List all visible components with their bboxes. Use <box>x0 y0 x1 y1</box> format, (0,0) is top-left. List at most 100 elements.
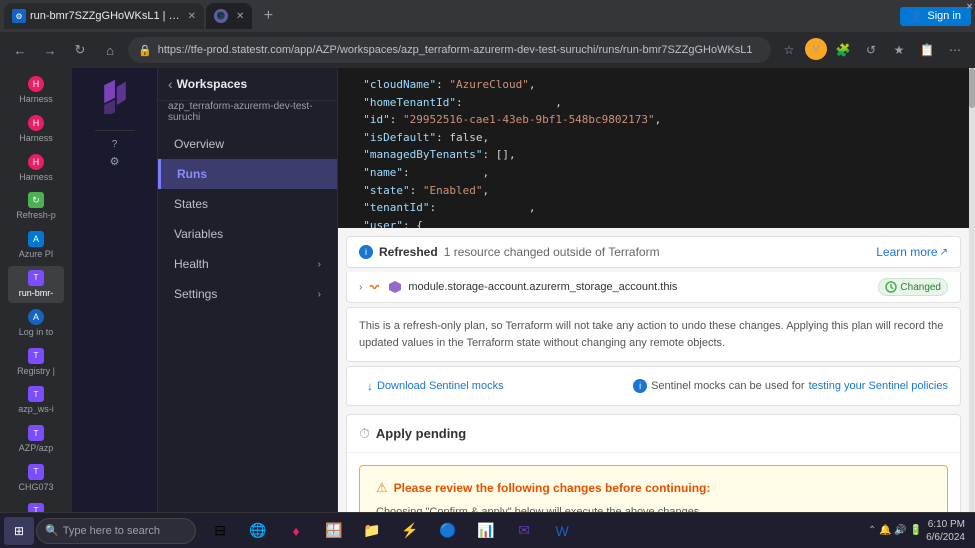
toolbar-actions: ☆ V 🧩 ↺ ★ 📋 ⋯ <box>777 38 967 62</box>
expand-btn[interactable]: › <box>359 282 362 293</box>
run-bmr-label: run-bmr- <box>19 288 54 299</box>
lock-icon: 🔒 <box>138 44 152 57</box>
scroll-thumb[interactable] <box>969 68 975 108</box>
sidebar-loginto1[interactable]: A Log in to ✕ <box>8 305 64 342</box>
nav-runs[interactable]: Runs <box>158 159 337 189</box>
sidebar-harness1[interactable]: H Harness ✕ <box>8 72 64 109</box>
nav-health[interactable]: Health › <box>158 249 337 279</box>
sidebar-harness2[interactable]: H Harness ✕ <box>8 111 64 148</box>
sidebar-refresh[interactable]: ↻ Refresh-p ✕ <box>8 188 64 225</box>
profile-icon[interactable]: V <box>805 38 827 60</box>
more-btn[interactable]: ⋯ <box>943 38 967 62</box>
warning-line1: Choosing "Confirm & apply" below will ex… <box>376 504 931 512</box>
taskbar-apps: ⊟ 🌐 ♦ 🪟 📁 ⚡ 🔵 📊 ✉ W <box>202 517 580 545</box>
code-line-1: "cloudName": "AzureCloud", <box>350 76 957 94</box>
changed-text: Changed <box>900 282 941 293</box>
settings-arrow-icon: › <box>318 289 321 300</box>
sidebar-harness3[interactable]: H Harness ✕ <box>8 150 64 187</box>
tab2-favicon: 🌑 <box>214 9 228 23</box>
taskbar-app-6[interactable]: ⚡ <box>392 517 428 545</box>
info-icon: i <box>359 245 373 259</box>
sidebar-registry[interactable]: T Registry | ✕ <box>8 344 64 381</box>
refresh-page-icon[interactable]: ↺ <box>859 38 883 62</box>
taskbar-search[interactable]: 🔍 Type here to search <box>36 518 196 544</box>
sidebar-chg[interactable]: T CHG073 ✕ <box>8 460 64 497</box>
home-btn[interactable]: ⌂ <box>98 38 122 62</box>
hcp-label: AZP/azp <box>19 443 54 454</box>
nav-items-list: Overview Runs States Variables Health › … <box>158 129 337 309</box>
sidebar-run-bmr[interactable]: T run-bmr- ✕ <box>8 266 64 303</box>
windows-logo-icon: ⊞ <box>14 524 24 538</box>
taskbar-date: 6/6/2024 <box>926 531 965 544</box>
taskbar-app-view[interactable]: ⊟ <box>202 517 238 545</box>
code-output-block: "cloudName": "AzureCloud", "homeTenantId… <box>338 68 969 228</box>
content-scroll-area[interactable]: i Refreshed 1 resource changed outside o… <box>338 228 969 512</box>
sentinel-link[interactable]: testing your Sentinel policies <box>809 380 948 392</box>
search-placeholder: Type here to search <box>63 525 160 537</box>
download-sentinel-btn[interactable]: ↓ Download Sentinel mocks <box>359 375 512 397</box>
main-content: "cloudName": "AzureCloud", "homeTenantId… <box>338 68 969 512</box>
registry-label: Registry | <box>17 366 55 377</box>
start-menu-btn[interactable]: ⊞ <box>4 517 34 545</box>
refreshed-bar: i Refreshed 1 resource changed outside o… <box>346 236 961 268</box>
workspaces-link[interactable]: Workspaces <box>177 77 247 91</box>
taskbar-app-4[interactable]: 🪟 <box>316 517 352 545</box>
sign-in-button[interactable]: 👤 Sign in <box>900 7 971 26</box>
forward-nav-btn[interactable]: → <box>38 38 62 62</box>
sidebar-azpazp[interactable]: T AZP/azp ✕ <box>8 499 64 512</box>
settings-icon[interactable]: ⚙ <box>110 155 120 168</box>
apply-pending-header: ⏱ Apply pending <box>347 415 960 453</box>
browser-tab-active[interactable]: ⚙ run-bmr7SZZgGHoWKsL1 | Runs | azp_terr… <box>4 3 204 29</box>
taskbar-app-browser[interactable]: 🌐 <box>240 517 276 545</box>
taskbar-app-8[interactable]: 📊 <box>468 517 504 545</box>
tab-favicon: ⚙ <box>12 9 26 23</box>
sidebar-azure-pi[interactable]: A Azure PI ✕ <box>8 227 64 264</box>
tab2-close-btn[interactable]: ✕ <box>236 11 244 22</box>
harness3-label: Harness <box>19 172 53 183</box>
clock-small-icon <box>885 281 897 293</box>
chg-icon: T <box>28 464 44 480</box>
taskbar-datetime: 6:10 PM 6/6/2024 <box>926 518 965 544</box>
taskbar-app-9[interactable]: ✉ <box>506 517 542 545</box>
learn-more-link[interactable]: Learn more ↗ <box>876 245 948 259</box>
sidebar-azpws[interactable]: T azp_ws-i ✕ <box>8 382 64 419</box>
harness1-icon: H <box>28 76 44 92</box>
sign-in-icon: 👤 <box>910 10 924 23</box>
collections-icon[interactable]: 📋 <box>915 38 939 62</box>
taskbar-app-3[interactable]: ♦ <box>278 517 314 545</box>
bookmark-icon[interactable]: ☆ <box>777 38 801 62</box>
extensions-icon[interactable]: 🧩 <box>831 38 855 62</box>
taskbar-app-7[interactable]: 🔵 <box>430 517 466 545</box>
taskbar-app-word[interactable]: W <box>544 517 580 545</box>
left-nav-panel: ‹ Workspaces azp_terraform-azurerm-dev-t… <box>158 68 338 512</box>
registry-icon: T <box>28 348 44 364</box>
code-line-6: "name": , <box>350 164 957 182</box>
address-text: https://tfe-prod.statestr.com/app/AZP/wo… <box>158 44 753 56</box>
taskbar-app-5[interactable]: 📁 <box>354 517 390 545</box>
address-bar[interactable]: 🔒 https://tfe-prod.statestr.com/app/AZP/… <box>128 37 771 63</box>
browser-tab-2[interactable]: 🌑 ✕ <box>206 3 252 29</box>
workspace-back-btn[interactable]: ‹ <box>168 76 173 92</box>
app-container: H Harness ✕ H Harness ✕ H Harness ✕ ↻ Re… <box>0 68 975 512</box>
browser-vertical-sidebar: H Harness ✕ H Harness ✕ H Harness ✕ ↻ Re… <box>0 68 72 512</box>
app-sidebar: ? ⚙ <box>72 68 158 512</box>
changed-row: › module.storage-account.azurerm_storage… <box>346 272 961 303</box>
warning-title: Please review the following changes befo… <box>394 481 711 495</box>
new-tab-btn[interactable]: + <box>256 4 280 28</box>
code-line-4: "isDefault": false, <box>350 129 957 147</box>
sidebar-hcp[interactable]: T AZP/azp ✕ <box>8 421 64 458</box>
favorites-icon[interactable]: ★ <box>887 38 911 62</box>
nav-states[interactable]: States <box>158 189 337 219</box>
tab-close-btn[interactable]: ✕ <box>188 11 196 22</box>
back-nav-btn[interactable]: ← <box>8 38 32 62</box>
nav-overview[interactable]: Overview <box>158 129 337 159</box>
reload-btn[interactable]: ↻ <box>68 38 92 62</box>
refreshed-detail: 1 resource changed outside of Terraform <box>444 245 660 259</box>
nav-variables[interactable]: Variables <box>158 219 337 249</box>
changed-left: › module.storage-account.azurerm_storage… <box>359 280 677 294</box>
harness1-label: Harness <box>19 94 53 105</box>
right-scrollbar[interactable] <box>969 68 975 512</box>
nav-settings[interactable]: Settings › <box>158 279 337 309</box>
help-icon-area[interactable]: ? <box>112 139 118 151</box>
search-icon: 🔍 <box>45 524 59 537</box>
